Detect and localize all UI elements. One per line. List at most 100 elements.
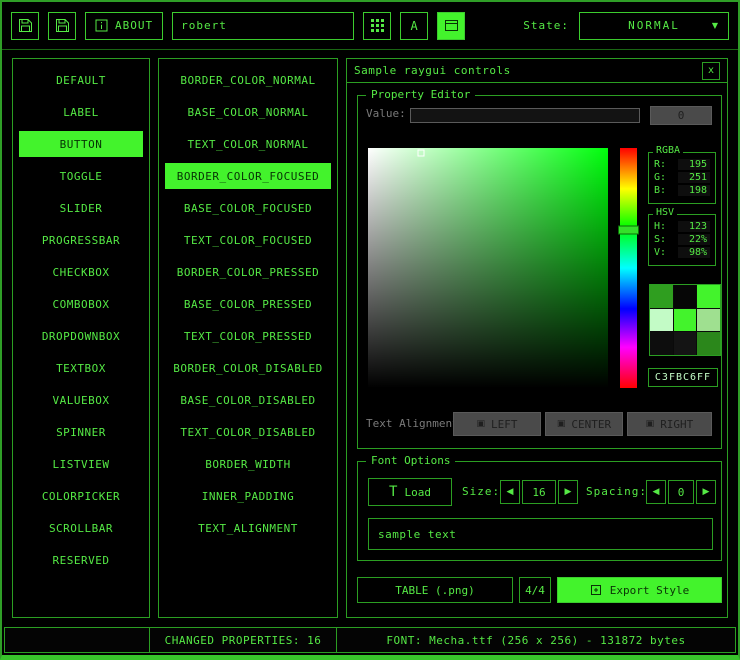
property-item-text-color-pressed[interactable]: TEXT_COLOR_PRESSED xyxy=(165,323,331,349)
control-item-combobox[interactable]: COMBOBOX xyxy=(19,291,143,317)
hex-value-box[interactable]: C3FBC6FF xyxy=(648,368,718,387)
control-item-listview[interactable]: LISTVIEW xyxy=(19,451,143,477)
h-value: 123 xyxy=(678,221,710,232)
b-value: 198 xyxy=(678,185,710,196)
saturation-value-panel[interactable] xyxy=(368,148,608,388)
align-left-button[interactable]: ▣ LEFT xyxy=(453,412,541,436)
control-item-scrollbar[interactable]: SCROLLBAR xyxy=(19,515,143,541)
font-load-label: Load xyxy=(404,486,431,499)
size-value-box[interactable]: 16 xyxy=(522,480,556,504)
align-left-label: LEFT xyxy=(491,418,518,431)
property-item-base-color-pressed[interactable]: BASE_COLOR_PRESSED xyxy=(165,291,331,317)
info-icon xyxy=(95,19,108,32)
property-item-border-color-focused[interactable]: BORDER_COLOR_FOCUSED xyxy=(165,163,331,189)
control-item-label[interactable]: LABEL xyxy=(19,99,143,125)
export-count-box[interactable]: 4/4 xyxy=(519,577,551,603)
hue-slider[interactable] xyxy=(620,148,637,388)
about-button[interactable]: ABOUT xyxy=(85,12,163,40)
status-bar: CHANGED PROPERTIES: 16 FONT: Mecha.ttf (… xyxy=(2,625,738,655)
r-label: R: xyxy=(654,159,666,170)
color-cursor[interactable] xyxy=(417,149,424,156)
control-item-toggle[interactable]: TOGGLE xyxy=(19,163,143,189)
spacing-increase-button[interactable]: ▶ xyxy=(696,480,716,504)
property-item-inner-padding[interactable]: INNER_PADDING xyxy=(165,483,331,509)
load-style-button[interactable] xyxy=(11,12,39,40)
properties-list: BORDER_COLOR_NORMAL BASE_COLOR_NORMAL TEXT… xyxy=(158,58,338,618)
style-name-input[interactable] xyxy=(172,12,354,40)
close-button[interactable]: x xyxy=(702,62,720,80)
status-changed-properties: CHANGED PROPERTIES: 16 xyxy=(149,627,337,653)
control-item-dropdownbox[interactable]: DROPDOWNBOX xyxy=(19,323,143,349)
font-options-title: Font Options xyxy=(366,454,455,467)
control-item-reserved[interactable]: RESERVED xyxy=(19,547,143,573)
size-increase-button[interactable]: ▶ xyxy=(558,480,578,504)
state-dropdown[interactable]: NORMAL ▼ xyxy=(579,12,729,40)
toolbar: ABOUT A State: NORMA xyxy=(2,2,738,50)
grid-snap-button[interactable] xyxy=(363,12,391,40)
sample-text-input[interactable] xyxy=(368,518,713,550)
hsv-row-h: H: 123 xyxy=(649,220,715,233)
property-editor-group: Property Editor Value: 0 RGBA R: xyxy=(357,95,722,449)
export-style-button[interactable]: Export Style xyxy=(557,577,722,603)
control-item-checkbox[interactable]: CHECKBOX xyxy=(19,259,143,285)
status-empty-segment xyxy=(4,627,150,653)
font-T-icon: T xyxy=(389,484,397,500)
property-item-text-alignment[interactable]: TEXT_ALIGNMENT xyxy=(165,515,331,541)
chevron-right-icon: ▶ xyxy=(703,487,710,497)
hue-slider-handle[interactable] xyxy=(618,226,639,235)
close-icon: x xyxy=(708,65,714,76)
property-item-border-color-pressed[interactable]: BORDER_COLOR_PRESSED xyxy=(165,259,331,285)
color-swatch-0[interactable] xyxy=(650,285,673,308)
font-button[interactable]: A xyxy=(400,12,428,40)
control-item-progressbar[interactable]: PROGRESSBAR xyxy=(19,227,143,253)
align-right-label: RIGHT xyxy=(660,418,693,431)
s-label: S: xyxy=(654,234,666,245)
control-item-button[interactable]: BUTTON xyxy=(19,131,143,157)
g-label: G: xyxy=(654,172,666,183)
font-options-group: Font Options T Load Size: ◀ 16 ▶ Spacing… xyxy=(357,461,722,561)
color-swatch-5[interactable] xyxy=(697,309,720,332)
rgba-title: RGBA xyxy=(653,145,683,156)
property-item-base-color-disabled[interactable]: BASE_COLOR_DISABLED xyxy=(165,387,331,413)
color-swatch-4[interactable] xyxy=(674,309,697,332)
control-item-valuebox[interactable]: VALUEBOX xyxy=(19,387,143,413)
color-swatch-1[interactable] xyxy=(674,285,697,308)
color-swatch-3[interactable] xyxy=(650,309,673,332)
align-right-button[interactable]: ▣ RIGHT xyxy=(627,412,712,436)
value-label: Value: xyxy=(366,107,406,120)
spacing-decrease-button[interactable]: ◀ xyxy=(646,480,666,504)
r-value: 195 xyxy=(678,159,710,170)
font-load-button[interactable]: T Load xyxy=(368,478,452,506)
property-item-border-color-normal[interactable]: BORDER_COLOR_NORMAL xyxy=(165,67,331,93)
control-item-default[interactable]: DEFAULT xyxy=(19,67,143,93)
property-item-text-color-focused[interactable]: TEXT_COLOR_FOCUSED xyxy=(165,227,331,253)
control-item-textbox[interactable]: TEXTBOX xyxy=(19,355,143,381)
control-item-slider[interactable]: SLIDER xyxy=(19,195,143,221)
color-swatch-6[interactable] xyxy=(650,332,673,355)
align-center-button[interactable]: ▣ CENTER xyxy=(545,412,623,436)
table-image-button[interactable] xyxy=(437,12,465,40)
font-A-icon: A xyxy=(411,19,418,33)
hsv-row-s: S: 22% xyxy=(649,233,715,246)
property-item-border-color-disabled[interactable]: BORDER_COLOR_DISABLED xyxy=(165,355,331,381)
property-item-border-width[interactable]: BORDER_WIDTH xyxy=(165,451,331,477)
size-decrease-button[interactable]: ◀ xyxy=(500,480,520,504)
value-button[interactable]: 0 xyxy=(650,106,712,125)
property-item-text-color-normal[interactable]: TEXT_COLOR_NORMAL xyxy=(165,131,331,157)
size-label: Size: xyxy=(462,485,500,498)
property-item-text-color-disabled[interactable]: TEXT_COLOR_DISABLED xyxy=(165,419,331,445)
save-style-button[interactable] xyxy=(48,12,76,40)
color-swatch-2[interactable] xyxy=(697,285,720,308)
color-swatch-7[interactable] xyxy=(674,332,697,355)
app-window: ABOUT A State: NORMA xyxy=(0,0,740,660)
property-item-base-color-focused[interactable]: BASE_COLOR_FOCUSED xyxy=(165,195,331,221)
state-label: State: xyxy=(523,19,569,32)
color-swatch-8[interactable] xyxy=(697,332,720,355)
chevron-right-icon: ▶ xyxy=(565,487,572,497)
control-item-spinner[interactable]: SPINNER xyxy=(19,419,143,445)
spacing-value-box[interactable]: 0 xyxy=(668,480,694,504)
export-format-dropdown[interactable]: TABLE (.png) xyxy=(357,577,513,603)
value-slider[interactable] xyxy=(410,108,640,123)
property-item-base-color-normal[interactable]: BASE_COLOR_NORMAL xyxy=(165,99,331,125)
control-item-colorpicker[interactable]: COLORPICKER xyxy=(19,483,143,509)
